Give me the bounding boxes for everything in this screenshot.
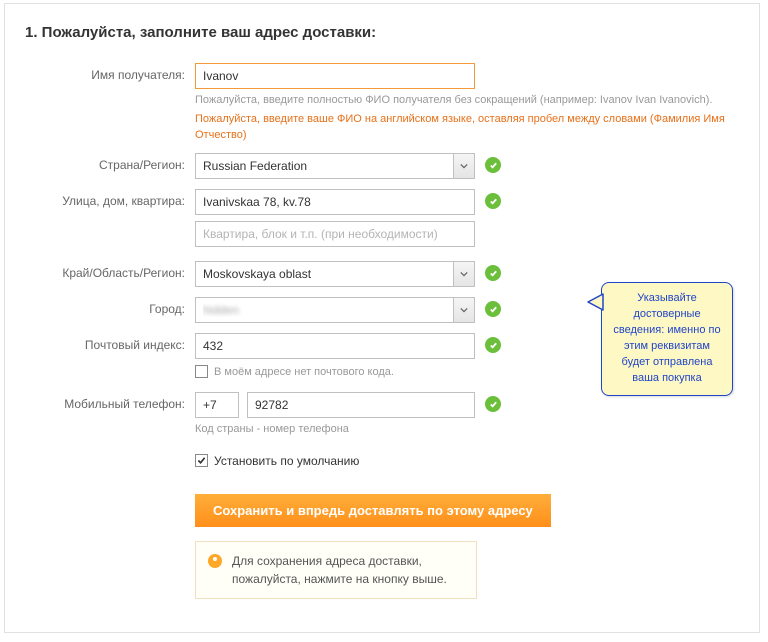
phone-country-code-input[interactable] bbox=[195, 392, 239, 418]
save-button[interactable]: Сохранить и впредь доставлять по этому а… bbox=[195, 494, 551, 527]
check-icon bbox=[485, 193, 501, 209]
name-hint-orange: Пожалуйста, введите ваше ФИО на английск… bbox=[195, 112, 755, 143]
callout-tail-icon bbox=[586, 293, 604, 311]
label-name: Имя получателя: bbox=[25, 63, 195, 82]
label-phone: Мобильный телефон: bbox=[25, 392, 195, 411]
lightbulb-icon bbox=[208, 554, 222, 568]
set-default-checkbox[interactable] bbox=[195, 454, 208, 467]
check-icon bbox=[485, 301, 501, 317]
callout-tooltip: Указывайте достоверные сведения: именно … bbox=[601, 282, 733, 396]
name-hint-grey: Пожалуйста, введите полностью ФИО получа… bbox=[195, 93, 755, 108]
check-icon bbox=[485, 396, 501, 412]
label-region: Край/Область/Регион: bbox=[25, 261, 195, 280]
label-street: Улица, дом, квартира: bbox=[25, 189, 195, 208]
street-input[interactable] bbox=[195, 189, 475, 215]
check-icon bbox=[485, 157, 501, 173]
label-city: Город: bbox=[25, 297, 195, 316]
phone-number-input[interactable] bbox=[247, 392, 475, 418]
shipping-address-form: 1. Пожалуйста, заполните ваш адрес доста… bbox=[4, 3, 760, 633]
page-title: 1. Пожалуйста, заполните ваш адрес доста… bbox=[25, 24, 739, 41]
save-tip: Для сохранения адреса доставки, пожалуйс… bbox=[195, 541, 477, 599]
country-select[interactable]: Russian Federation bbox=[195, 153, 475, 179]
check-icon bbox=[485, 337, 501, 353]
region-select[interactable]: Moskovskaya oblast bbox=[195, 261, 475, 287]
label-zip: Почтовый индекс: bbox=[25, 333, 195, 352]
city-select[interactable]: hidden bbox=[195, 297, 475, 323]
name-input[interactable] bbox=[195, 63, 475, 89]
phone-hint: Код страны - номер телефона bbox=[195, 422, 495, 437]
no-zip-label: В моём адресе нет почтового кода. bbox=[214, 366, 394, 378]
callout-text: Указывайте достоверные сведения: именно … bbox=[613, 292, 720, 384]
no-zip-checkbox[interactable] bbox=[195, 365, 208, 378]
label-country: Страна/Регион: bbox=[25, 153, 195, 172]
street2-input[interactable] bbox=[195, 221, 475, 247]
check-icon bbox=[485, 265, 501, 281]
zip-input[interactable] bbox=[195, 333, 475, 359]
set-default-label: Установить по умолчанию bbox=[214, 454, 359, 468]
save-tip-text: Для сохранения адреса доставки, пожалуйс… bbox=[232, 552, 464, 588]
